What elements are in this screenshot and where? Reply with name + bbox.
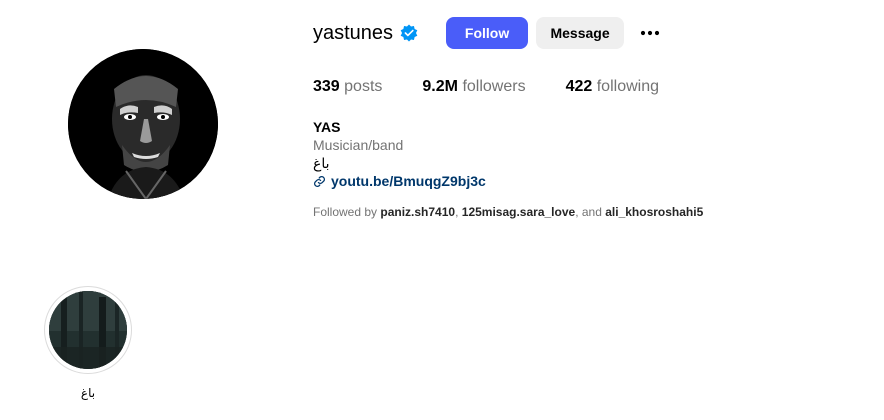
profile-stats: 339 posts 9.2M followers 422 following bbox=[313, 78, 699, 96]
followers-stat[interactable]: 9.2M followers bbox=[422, 78, 525, 96]
followed-by-user[interactable]: ali_khosroshahi5 bbox=[605, 205, 703, 219]
profile-photo bbox=[68, 49, 218, 199]
follow-button[interactable]: Follow bbox=[446, 17, 529, 49]
profile-username: yastunes bbox=[313, 21, 394, 44]
following-stat[interactable]: 422 following bbox=[566, 78, 659, 96]
verified-badge-icon bbox=[400, 24, 418, 42]
highlight-ring bbox=[44, 286, 132, 374]
profile-header: yastunes Follow Message bbox=[313, 16, 662, 50]
bio-link-text[interactable]: youtu.be/BmuqgZ9bj3c bbox=[331, 172, 486, 190]
bio-name: YAS bbox=[313, 119, 341, 135]
posts-count: 339 bbox=[313, 78, 340, 95]
followed-by-prefix: Followed by bbox=[313, 205, 378, 219]
message-button[interactable]: Message bbox=[536, 17, 625, 49]
profile-avatar[interactable] bbox=[68, 49, 218, 199]
followers-label: followers bbox=[462, 78, 526, 95]
bio-category: Musician/band bbox=[313, 137, 404, 153]
following-label: following bbox=[596, 78, 659, 95]
followed-by-user[interactable]: paniz.sh7410 bbox=[380, 205, 455, 219]
link-icon bbox=[314, 175, 325, 187]
followed-by: Followed by paniz.sh7410, 125misag.sara_… bbox=[313, 205, 703, 219]
followers-count: 9.2M bbox=[422, 78, 458, 95]
followed-by-separator: , and bbox=[575, 205, 602, 219]
followed-by-user[interactable]: 125misag.sara_love bbox=[462, 205, 575, 219]
highlight-cover bbox=[49, 291, 127, 369]
profile-bio: YAS Musician/band باغ youtu.be/BmuqgZ9bj… bbox=[313, 118, 486, 190]
highlight-label: باغ bbox=[80, 386, 96, 400]
following-count: 422 bbox=[565, 78, 593, 95]
more-options-icon[interactable] bbox=[638, 21, 662, 45]
bio-text: باغ bbox=[313, 155, 330, 171]
followed-by-separator: , bbox=[455, 205, 459, 219]
story-highlight[interactable]: باغ bbox=[44, 286, 132, 400]
posts-stat: 339 posts bbox=[313, 78, 382, 96]
bio-link[interactable]: youtu.be/BmuqgZ9bj3c bbox=[313, 172, 486, 190]
posts-label: posts bbox=[344, 78, 383, 95]
